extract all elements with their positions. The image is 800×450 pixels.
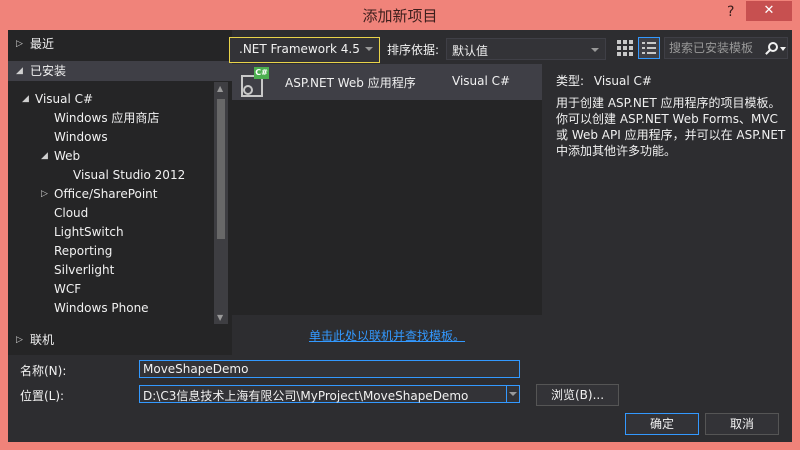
section-installed[interactable]: ◢ 已安装 bbox=[8, 61, 232, 81]
collapse-arrow-icon[interactable]: ◢ bbox=[41, 147, 48, 166]
cancel-button[interactable]: 取消 bbox=[705, 413, 779, 435]
web-project-icon: C# bbox=[239, 67, 269, 97]
location-label: 位置(L): bbox=[20, 389, 65, 403]
browse-button[interactable]: 浏览(B)... bbox=[536, 384, 619, 406]
list-view-button[interactable] bbox=[638, 37, 660, 59]
description-text: 用于创建 ASP.NET 应用程序的项目模板。你可以创建 ASP.NET Web… bbox=[556, 96, 786, 158]
help-button[interactable]: ? bbox=[727, 4, 734, 20]
collapse-arrow-icon[interactable]: ◢ bbox=[22, 90, 29, 109]
sort-select[interactable]: 默认值 bbox=[446, 38, 606, 60]
name-label: 名称(N): bbox=[20, 364, 67, 378]
location-combobox[interactable]: D:\C3信息技术上海有限公司\MyProject\MoveShapeDemo bbox=[139, 385, 520, 403]
tree-node[interactable]: Windows 应用商店 bbox=[54, 109, 159, 128]
type-row: 类型: Visual C# bbox=[556, 72, 652, 89]
template-tree-panel: ▷ 最近 ◢ 已安装 ◢ Visual C# Windows 应用商店 Windows… bbox=[8, 30, 232, 355]
framework-select[interactable]: .NET Framework 4.5 bbox=[229, 37, 380, 63]
list-item[interactable]: C# ASP.NET Web 应用程序 Visual C# bbox=[232, 64, 542, 100]
location-dropdown-button[interactable] bbox=[506, 386, 519, 402]
collapse-arrow-icon: ◢ bbox=[16, 66, 23, 76]
tree-node[interactable]: ▷ Office/SharePoint bbox=[41, 185, 158, 204]
tree-node[interactable]: Windows bbox=[54, 128, 108, 147]
expand-arrow-icon: ▷ bbox=[16, 335, 23, 345]
scroll-down-icon[interactable]: ▼ bbox=[217, 313, 223, 322]
tree-node[interactable]: WCF bbox=[54, 280, 81, 299]
template-tree: ◢ Visual C# Windows 应用商店 Windows ◢ Web Visual … bbox=[8, 90, 214, 325]
small-icons-view-button[interactable] bbox=[616, 39, 634, 57]
dialog-body: ▷ 最近 ◢ 已安装 ◢ Visual C# Windows 应用商店 Windows… bbox=[8, 30, 792, 442]
sort-label: 排序依据: bbox=[387, 43, 440, 57]
section-online[interactable]: ▷ 联机 bbox=[8, 330, 232, 350]
type-value: Visual C# bbox=[593, 74, 652, 88]
scroll-up-icon[interactable]: ▲ bbox=[217, 84, 223, 93]
tree-node[interactable]: Cloud bbox=[54, 204, 88, 223]
description-panel: 类型: Visual C# 用于创建 ASP.NET 应用程序的项目模板。你可以… bbox=[548, 64, 792, 315]
ok-button[interactable]: 确定 bbox=[625, 413, 699, 435]
chevron-down-icon bbox=[509, 392, 517, 396]
template-language: Visual C# bbox=[452, 74, 511, 88]
title-bar: 添加新项目 ? ✕ bbox=[0, 0, 800, 30]
close-button[interactable]: ✕ bbox=[746, 1, 792, 21]
tree-node[interactable]: ◢ Visual C# bbox=[22, 90, 93, 109]
template-list: C# ASP.NET Web 应用程序 Visual C# bbox=[232, 64, 542, 315]
tree-node[interactable]: Windows Phone bbox=[54, 299, 149, 318]
search-box bbox=[664, 37, 788, 59]
type-label: 类型: bbox=[556, 74, 585, 88]
search-input[interactable] bbox=[665, 38, 765, 58]
chevron-down-icon bbox=[591, 48, 599, 52]
chevron-down-icon bbox=[365, 47, 373, 51]
find-online-templates-link[interactable]: 单击此处以联机并查找模板。 bbox=[309, 327, 465, 344]
tree-node[interactable]: Silverlight bbox=[54, 261, 114, 280]
tree-node[interactable]: Reporting bbox=[54, 242, 112, 261]
tree-node[interactable]: Visual Studio 2012 bbox=[73, 166, 185, 185]
section-recent[interactable]: ▷ 最近 bbox=[8, 34, 232, 54]
tree-node[interactable]: ◢ Web bbox=[41, 147, 80, 166]
tree-scrollbar[interactable]: ▲ ▼ bbox=[214, 82, 228, 324]
window-title: 添加新项目 bbox=[362, 7, 438, 25]
expand-arrow-icon: ▷ bbox=[16, 39, 23, 49]
search-icon[interactable] bbox=[765, 40, 787, 58]
scroll-thumb[interactable] bbox=[217, 99, 225, 239]
tree-node[interactable]: LightSwitch bbox=[54, 223, 124, 242]
template-name: ASP.NET Web 应用程序 bbox=[285, 76, 416, 90]
name-input[interactable] bbox=[139, 360, 520, 378]
expand-arrow-icon[interactable]: ▷ bbox=[41, 185, 48, 204]
